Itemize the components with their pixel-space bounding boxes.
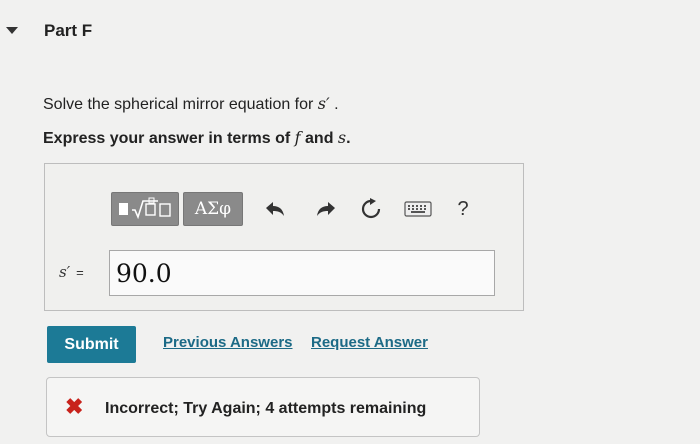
keyboard-icon xyxy=(404,201,432,217)
submit-button[interactable]: Submit xyxy=(47,326,136,363)
instruction-text: Express your answer in terms of f and s. xyxy=(43,128,351,148)
part-title: Part F xyxy=(44,21,93,40)
previous-answers-link[interactable]: Previous Answers xyxy=(163,334,293,351)
question-suffix: . xyxy=(329,96,339,113)
instruction-suffix: . xyxy=(346,130,351,147)
instruction-mid: and xyxy=(300,130,338,147)
feedback-box: ✖ Incorrect; Try Again; 4 attempts remai… xyxy=(46,377,480,437)
templates-icon xyxy=(119,197,171,220)
greek-symbols-button[interactable]: ΑΣφ xyxy=(183,192,243,226)
answer-input[interactable]: 90.0 xyxy=(109,250,495,296)
question-prefix: Solve the spherical mirror equation for xyxy=(43,96,318,113)
x-icon: ✖ xyxy=(65,394,84,419)
redo-icon xyxy=(317,202,335,216)
answer-panel: ΑΣφ ? s′ = 90.0 xyxy=(44,163,524,311)
reset-icon xyxy=(361,198,381,219)
undo-button[interactable] xyxy=(262,196,288,222)
answer-variable-label: s′ = xyxy=(59,263,84,281)
redo-button[interactable] xyxy=(313,196,339,222)
feedback-text: Incorrect; Try Again; 4 attempts remaini… xyxy=(105,400,427,417)
templates-button[interactable] xyxy=(111,192,179,226)
collapse-caret-icon[interactable] xyxy=(6,27,18,34)
request-answer-link[interactable]: Request Answer xyxy=(311,334,428,351)
question-text: Solve the spherical mirror equation for … xyxy=(43,94,339,114)
help-button[interactable]: ? xyxy=(450,196,476,222)
undo-icon xyxy=(266,202,284,216)
question-symbol: s′ xyxy=(317,94,330,113)
instruction-prefix: Express your answer in terms of xyxy=(43,130,295,147)
equals-sign: = xyxy=(76,265,84,280)
reset-button[interactable] xyxy=(358,196,384,222)
instruction-var-s: s xyxy=(337,128,347,147)
answer-variable: s′ xyxy=(59,263,71,281)
keyboard-button[interactable] xyxy=(403,196,433,222)
